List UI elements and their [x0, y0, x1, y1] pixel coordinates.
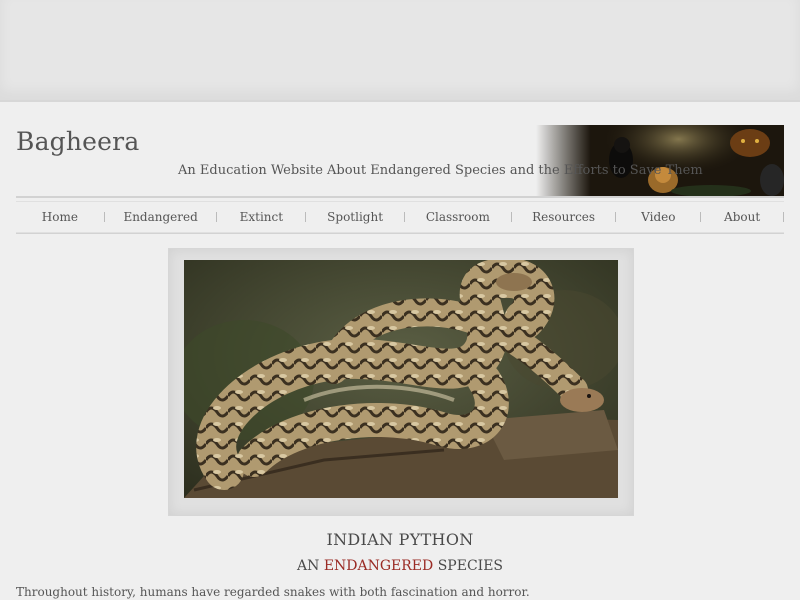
subtitle-prefix: AN	[296, 558, 320, 574]
python-photo	[184, 260, 618, 498]
article-title: INDIAN PYTHON	[326, 530, 474, 549]
main-nav-bar: Home Endangered Extinct Spotlight Classr…	[16, 201, 784, 233]
wildlife-banner-image	[536, 125, 784, 196]
nav-endangered[interactable]: Endangered	[105, 202, 217, 232]
nav-resources[interactable]: Resources	[512, 202, 616, 232]
nav-divider	[783, 212, 784, 222]
site-tagline: An Education Website About Endangered Sp…	[178, 163, 703, 178]
top-band	[0, 0, 800, 102]
article-intro: Throughout history, humans have regarded…	[16, 585, 530, 599]
hero-frame	[168, 248, 634, 516]
nav-spotlight[interactable]: Spotlight	[306, 202, 404, 232]
page: Bagheera An Education Website About Enda…	[0, 102, 800, 600]
python-photo-image	[184, 260, 618, 498]
nav-classroom[interactable]: Classroom	[405, 202, 511, 232]
subtitle-suffix: SPECIES	[437, 558, 504, 574]
nav-about[interactable]: About	[701, 202, 783, 232]
wildlife-banner	[536, 125, 784, 196]
site-title[interactable]: Bagheera	[16, 127, 139, 156]
article-subtitle: AN ENDANGERED SPECIES	[0, 558, 800, 574]
nav-video[interactable]: Video	[616, 202, 700, 232]
subtitle-highlight: ENDANGERED	[323, 558, 434, 574]
nav-home[interactable]: Home	[16, 202, 104, 232]
main-nav: Home Endangered Extinct Spotlight Classr…	[16, 196, 784, 234]
nav-extinct[interactable]: Extinct	[217, 202, 305, 232]
